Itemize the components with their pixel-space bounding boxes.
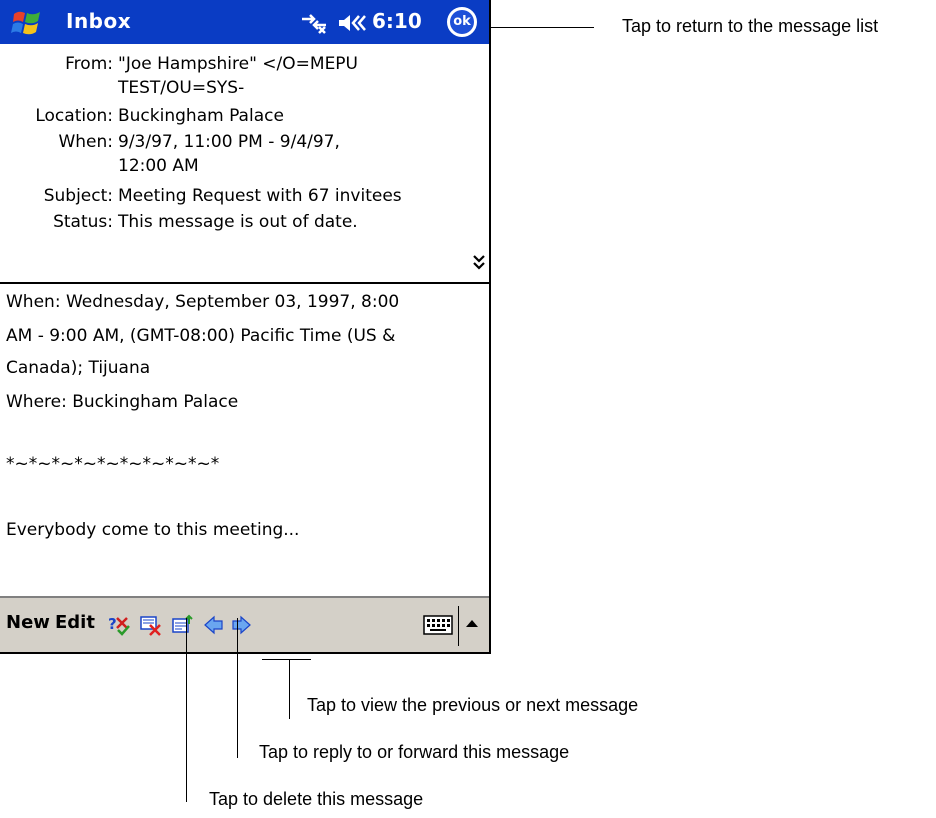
- keyboard-icon[interactable]: [423, 614, 453, 636]
- location-label: Location:: [35, 106, 113, 126]
- pocket-pc-screen: Inbox 6:10 ok From: "Joe Hampshire" </O=…: [0, 0, 491, 654]
- speaker-volume-icon[interactable]: [337, 13, 367, 33]
- toolbar-separator: [458, 606, 459, 646]
- callout-return-to-list: Tap to return to the message list: [622, 16, 879, 36]
- callout-prev-next: Tap to view the previous or next message: [307, 695, 639, 715]
- body-line: *~*~*~*~*~*~*~*~*~*: [6, 454, 220, 474]
- previous-message-arrow-icon[interactable]: [203, 614, 225, 636]
- reply-forward-icon[interactable]: [172, 614, 194, 636]
- when-value: 9/3/97, 11:00 PM - 9/4/97,: [118, 132, 340, 152]
- body-line: AM - 9:00 AM, (GMT-08:00) Pacific Time (…: [6, 326, 396, 346]
- input-panel-up-arrow-icon[interactable]: [466, 620, 478, 627]
- callout-reply-forward: Tap to reply to or forward this message: [259, 742, 570, 762]
- callout-line-prev-next: [289, 659, 290, 719]
- ok-button[interactable]: ok: [447, 7, 477, 37]
- delete-message-icon[interactable]: [140, 614, 162, 636]
- body-line: Canada); Tijuana: [6, 358, 151, 378]
- expand-header-chevron-icon[interactable]: [472, 254, 486, 270]
- title-bar: Inbox 6:10 ok: [0, 0, 489, 44]
- status-label: Status:: [53, 212, 113, 232]
- callout-line-reply: [237, 618, 238, 758]
- from-label: From:: [65, 54, 113, 74]
- subject-label: Subject:: [43, 186, 113, 206]
- body-line: Everybody come to this meeting...: [6, 520, 300, 540]
- windows-start-icon[interactable]: [11, 8, 43, 38]
- from-value: "Joe Hampshire" </O=MEPU: [118, 54, 359, 74]
- clock-time[interactable]: 6:10: [372, 9, 422, 33]
- next-message-arrow-icon[interactable]: [230, 614, 252, 636]
- subject-value: Meeting Request with 67 invitees: [118, 186, 402, 206]
- new-menu[interactable]: New: [6, 612, 50, 633]
- header-divider: [0, 282, 489, 284]
- callout-line-delete: [186, 618, 187, 802]
- when-value-continued: 12:00 AM: [118, 156, 199, 176]
- message-header: From: "Joe Hampshire" </O=MEPU TEST/OU=S…: [0, 44, 489, 280]
- ok-button-label: ok: [450, 10, 474, 34]
- callout-line-ok: [489, 27, 594, 28]
- status-value: This message is out of date.: [118, 212, 358, 232]
- edit-menu[interactable]: Edit: [55, 612, 95, 633]
- from-value-continued: TEST/OU=SYS-: [118, 78, 245, 98]
- bottom-toolbar: New Edit ?: [0, 596, 489, 652]
- when-label: When:: [58, 132, 113, 152]
- svg-text:?: ?: [108, 615, 117, 633]
- body-line: Where: Buckingham Palace: [6, 392, 239, 412]
- callout-bracket-prev-next: [262, 659, 311, 660]
- body-line: When: Wednesday, September 03, 1997, 8:0…: [6, 292, 400, 312]
- connectivity-icon[interactable]: [300, 11, 328, 35]
- spell-check-icon[interactable]: ?: [108, 614, 130, 636]
- location-value: Buckingham Palace: [118, 106, 284, 126]
- app-title: Inbox: [66, 9, 132, 33]
- callout-delete: Tap to delete this message: [209, 789, 424, 809]
